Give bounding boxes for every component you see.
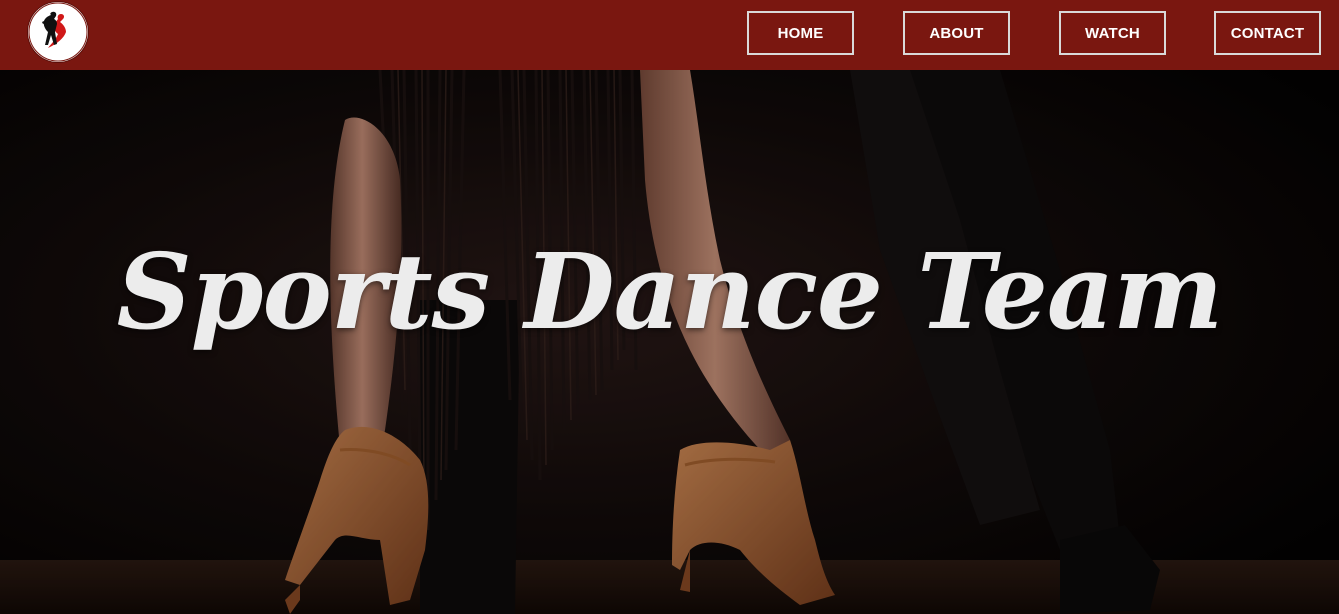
nav-about-button[interactable]: ABOUT xyxy=(903,11,1010,55)
nav-watch-button[interactable]: WATCH xyxy=(1059,11,1166,55)
nav-contact-button[interactable]: CONTACT xyxy=(1214,11,1321,55)
header-navbar: HOME ABOUT WATCH CONTACT xyxy=(0,0,1339,70)
page: HOME ABOUT WATCH CONTACT Sports Dance Te… xyxy=(0,0,1339,614)
nav-home-button[interactable]: HOME xyxy=(747,11,854,55)
hero-section: Sports Dance Team xyxy=(0,70,1339,614)
hero-title: Sports Dance Team xyxy=(116,230,1224,353)
dancing-couple-logo-icon[interactable] xyxy=(28,2,88,62)
